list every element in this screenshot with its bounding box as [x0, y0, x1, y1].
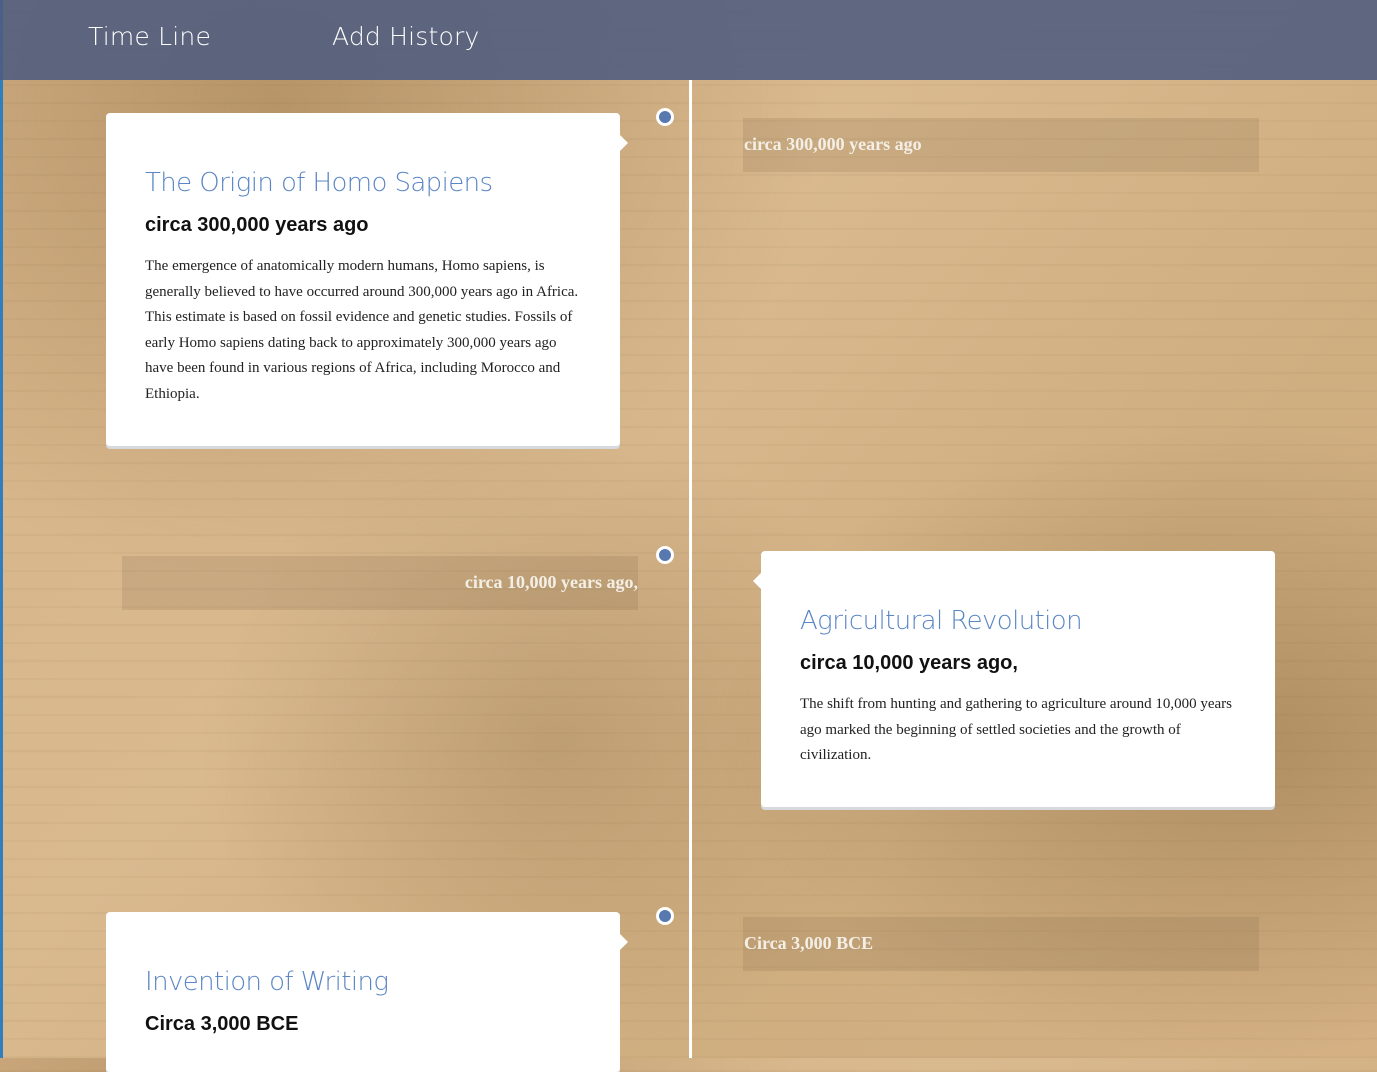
event-title: Agricultural Revolution: [800, 606, 1083, 636]
timeline-vertical-line: [689, 80, 692, 1058]
event-card-agricultural-revolution: Agricultural Revolution circa 10,000 yea…: [753, 551, 1275, 807]
event-description: The emergence of anatomically modern hum…: [145, 258, 579, 402]
timeline-dot: [656, 108, 674, 126]
event-date: circa 300,000 years ago: [145, 214, 369, 236]
event-date-band: circa 300,000 years ago: [743, 118, 1259, 172]
event-date: circa 10,000 years ago,: [800, 652, 1018, 674]
event-card-invention-of-writing: Invention of Writing Circa 3,000 BCE: [106, 912, 628, 1072]
event-date-band-label: circa 10,000 years ago,: [464, 572, 638, 592]
event-description: The shift from hunting and gathering to …: [800, 696, 1232, 764]
event-date-band-label: Circa 3,000 BCE: [744, 933, 874, 953]
event-card-origin-homo-sapiens: The Origin of Homo Sapiens circa 300,000…: [106, 113, 628, 446]
nav-link-time-line[interactable]: Time Line: [88, 22, 211, 51]
nav-link-add-history[interactable]: Add History: [332, 22, 480, 51]
event-date: Circa 3,000 BCE: [145, 1013, 299, 1035]
top-navbar: Time Line Add History: [0, 0, 1377, 80]
event-title: The Origin of Homo Sapiens: [145, 168, 493, 198]
event-date-band-label: circa 300,000 years ago: [744, 134, 922, 154]
left-edge-accent: [0, 0, 3, 1058]
timeline-dot: [656, 907, 674, 925]
event-date-band: Circa 3,000 BCE: [743, 917, 1259, 971]
event-title: Invention of Writing: [145, 967, 389, 997]
event-date-band: circa 10,000 years ago,: [122, 556, 638, 610]
timeline-dot: [656, 546, 674, 564]
